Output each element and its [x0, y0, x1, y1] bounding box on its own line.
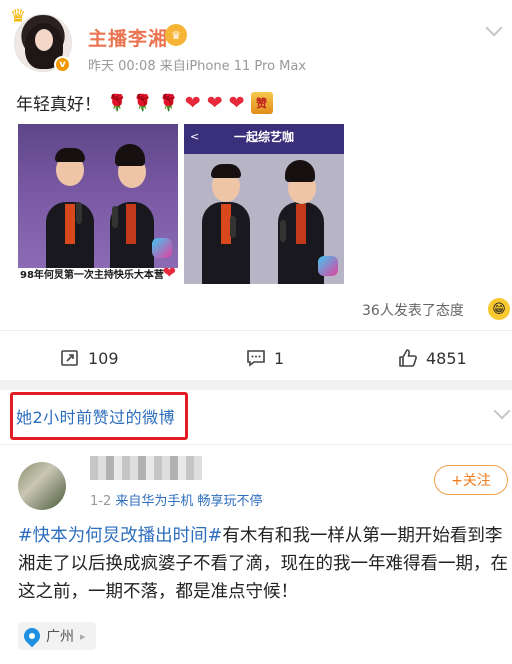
post-meta: 昨天 00:08 来自iPhone 11 Pro Max: [88, 59, 307, 74]
heart-icon: ❤: [162, 263, 176, 282]
repost-button[interactable]: 109: [60, 348, 119, 368]
comment-button[interactable]: 1: [246, 348, 284, 368]
liked-section-title[interactable]: 她2小时前赞过的微博: [16, 404, 175, 428]
rose-emoji: 🌹: [158, 93, 179, 112]
post-image-1[interactable]: 98年何炅第一次主持快乐大本营 ❤: [18, 124, 178, 284]
repost-icon: [61, 350, 78, 366]
post-date: 1-2: [90, 494, 112, 509]
location-label: 广州: [46, 629, 74, 645]
user-avatar[interactable]: [18, 462, 66, 510]
heart-emoji: ❤: [228, 91, 245, 114]
like-count: 4851: [426, 348, 467, 368]
thumbs-up-icon: [399, 349, 417, 367]
vip-crown-icon: ♛: [165, 24, 187, 46]
heart-emoji: ❤: [206, 91, 223, 114]
post-text: 年轻真好！: [16, 95, 101, 115]
reactions-summary[interactable]: 36人发表了态度: [362, 300, 464, 320]
author-name[interactable]: 主播李湘: [88, 24, 168, 51]
comment-icon: [247, 350, 265, 367]
image-caption: 98年何炅第一次主持快乐大本营: [18, 268, 178, 284]
location-pin-icon: [20, 624, 44, 648]
verified-badge-icon: v: [54, 56, 71, 73]
like-button[interactable]: 4851: [398, 348, 467, 368]
location-tag[interactable]: 广州 ▸: [18, 622, 96, 650]
video-app-logo-icon: [318, 256, 338, 276]
video-app-logo-icon: [152, 238, 172, 258]
divider: [0, 330, 512, 331]
laugh-emoji-icon: 😁: [488, 298, 510, 320]
heart-emoji: ❤: [184, 91, 201, 114]
blurred-username: [90, 456, 202, 480]
rose-emoji: 🌹: [132, 93, 153, 112]
rose-emoji: 🌹: [107, 93, 127, 112]
crown-icon: ♛: [10, 6, 27, 27]
follow-button[interactable]: +关注: [434, 465, 508, 495]
hashtag-link[interactable]: #快本为何炅改播出时间#: [18, 526, 222, 546]
zan-emoji: 赞: [250, 91, 273, 114]
image-banner: 一起综艺咖: [233, 130, 294, 144]
second-post-text: #快本为何炅改播出时间#有木有和我一样从第一期开始看到李湘走了以后换成疯婆子不看…: [18, 522, 508, 606]
chevron-down-icon[interactable]: [485, 19, 503, 37]
comment-count: 1: [274, 348, 285, 368]
post-meta: 1-2 来自华为手机 畅享玩不停: [90, 490, 263, 509]
section-gap: [0, 380, 512, 390]
repost-count: 109: [88, 348, 119, 368]
post-image-2[interactable]: < 一起综艺咖: [184, 124, 344, 284]
post-content: 年轻真好！ 🌹 🌹 🌹 ❤ ❤ ❤ 赞: [16, 90, 273, 115]
divider: [0, 444, 512, 445]
post-source: 来自华为手机 畅享玩不停: [115, 494, 263, 509]
chevron-down-icon[interactable]: [493, 402, 511, 420]
chevron-right-icon: ▸: [80, 629, 86, 643]
